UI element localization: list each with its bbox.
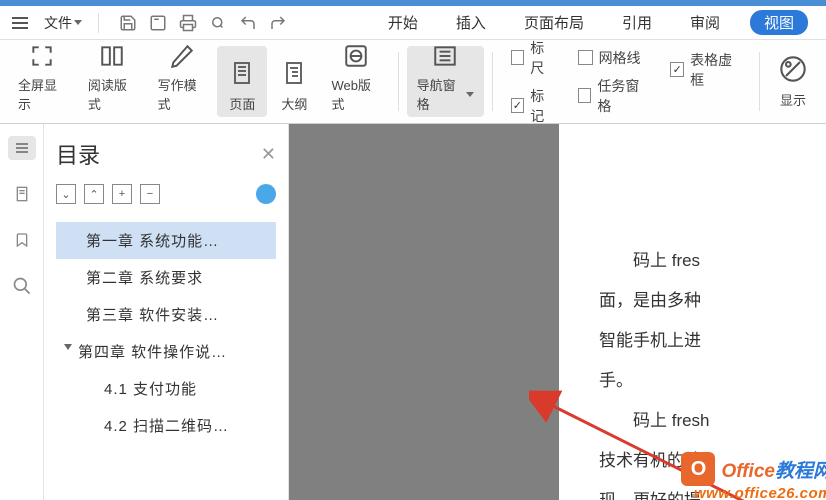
tab-review[interactable]: 审阅	[682, 8, 728, 37]
page-view-button[interactable]: 页面	[217, 46, 267, 117]
watermark-text-2: 教程网	[775, 461, 826, 482]
gridlines-checkbox[interactable]: 网格线	[578, 48, 649, 68]
chevron-down-icon	[64, 344, 72, 350]
table-vlines-checkbox[interactable]: ✓表格虚框	[670, 50, 741, 90]
toc-item-chapter-1[interactable]: 第一章 系统功能…	[56, 222, 276, 259]
expand-all-icon[interactable]: ⌃	[84, 184, 104, 204]
dropdown-icon	[74, 20, 82, 25]
toc-item-chapter-3[interactable]: 第三章 软件安装…	[56, 296, 276, 333]
doc-paragraph: 码上 fres	[599, 244, 826, 278]
document-area: 码上 fres 面，是由多种 智能手机上进 手。 码上 fresh 技术有机的结…	[289, 124, 826, 500]
undo-icon[interactable]	[239, 14, 257, 32]
checkbox-group-2: 网格线 任务窗格	[568, 46, 659, 117]
toc-list: 第一章 系统功能… 第二章 系统要求 第三章 软件安装… 第四章 软件操作说… …	[56, 222, 276, 444]
doc-paragraph: 面，是由多种	[599, 284, 826, 318]
left-sidebar	[0, 124, 44, 500]
nav-pane-button[interactable]: 导航窗格	[407, 46, 484, 117]
writing-mode-button[interactable]: 写作模式	[148, 46, 216, 117]
ruler-checkbox[interactable]: 标尺	[511, 38, 556, 78]
page-icon	[227, 58, 257, 88]
web-label: Web版式	[331, 75, 379, 113]
nav-toolbar: ⌄ ⌃ + −	[56, 184, 276, 204]
watermark-badge-icon: O	[681, 452, 715, 486]
show-button[interactable]: 显示	[768, 50, 818, 113]
print-icon[interactable]	[179, 14, 197, 32]
outline-button[interactable]: 大纲	[269, 46, 319, 117]
collapse-icon[interactable]: −	[140, 184, 160, 204]
show-label: 显示	[780, 90, 806, 109]
tab-start[interactable]: 开始	[380, 8, 426, 37]
dropdown-icon	[466, 92, 474, 97]
web-view-button[interactable]: Web版式	[321, 46, 389, 117]
table-vlines-label: 表格虚框	[690, 50, 741, 90]
ruler-label: 标尺	[530, 38, 555, 78]
toc-item-4-2[interactable]: 4.2 扫描二维码…	[56, 407, 276, 444]
menu-icon[interactable]	[8, 13, 32, 33]
side-bookmark-icon[interactable]	[8, 228, 36, 252]
nav-title: 目录	[56, 138, 100, 170]
nav-badge-icon[interactable]	[256, 184, 276, 204]
doc-paragraph: 智能手机上进	[599, 324, 826, 358]
gridlines-label: 网格线	[599, 48, 641, 68]
file-menu-label: 文件	[44, 13, 72, 33]
marks-checkbox[interactable]: ✓标记	[511, 86, 556, 126]
toc-item-label: 第四章 软件操作说…	[78, 344, 227, 361]
tab-view[interactable]: 视图	[750, 10, 808, 35]
expand-icon[interactable]: +	[112, 184, 132, 204]
nav-pane-label: 导航窗格	[417, 75, 464, 113]
fullscreen-label: 全屏显示	[18, 75, 66, 113]
reading-label: 阅读版式	[88, 75, 136, 113]
writing-label: 写作模式	[158, 75, 206, 113]
file-menu[interactable]: 文件	[38, 9, 88, 37]
side-page-icon[interactable]	[8, 182, 36, 206]
close-icon[interactable]: ✕	[261, 144, 276, 165]
marks-label: 标记	[530, 86, 555, 126]
tab-insert[interactable]: 插入	[448, 8, 494, 37]
quick-access-toolbar	[119, 14, 287, 32]
save-icon[interactable]	[119, 14, 137, 32]
side-toc-icon[interactable]	[8, 136, 36, 160]
document-page[interactable]: 码上 fres 面，是由多种 智能手机上进 手。 码上 fresh 技术有机的结…	[559, 124, 826, 500]
toc-item-4-1[interactable]: 4.1 支付功能	[56, 370, 276, 407]
fullscreen-button[interactable]: 全屏显示	[8, 46, 76, 117]
globe-icon	[341, 43, 371, 69]
doc-paragraph: 码上 fresh	[599, 404, 826, 438]
title-bar: 文件 开始 插入 页面布局 引用 审阅 视图	[0, 6, 826, 40]
side-search-icon[interactable]	[8, 274, 36, 298]
outline-icon	[279, 58, 309, 88]
toc-item-chapter-4[interactable]: 第四章 软件操作说…	[56, 333, 276, 370]
collapse-all-icon[interactable]: ⌄	[56, 184, 76, 204]
pencil-icon	[167, 43, 197, 69]
percent-icon	[778, 54, 808, 84]
toc-item-chapter-2[interactable]: 第二章 系统要求	[56, 259, 276, 296]
redo-icon[interactable]	[269, 14, 287, 32]
doc-paragraph: 手。	[599, 364, 826, 398]
outline-label: 大纲	[281, 94, 307, 113]
tab-page-layout[interactable]: 页面布局	[516, 8, 592, 37]
page-label: 页面	[229, 94, 255, 113]
book-icon	[97, 43, 127, 69]
print-preview-icon[interactable]	[209, 14, 227, 32]
ribbon: 全屏显示 阅读版式 写作模式 页面 大纲 Web版式 导航窗格 标尺 ✓标记 网…	[0, 40, 826, 124]
taskpane-label: 任务窗格	[597, 76, 648, 116]
watermark-url: www.office26.com	[694, 485, 826, 500]
navigation-pane: 目录 ✕ ⌄ ⌃ + − 第一章 系统功能… 第二章 系统要求 第三章 软件安装…	[44, 124, 289, 500]
taskpane-checkbox[interactable]: 任务窗格	[578, 76, 649, 116]
checkbox-group-3: ✓表格虚框 x	[660, 46, 751, 117]
nav-pane-icon	[430, 43, 460, 69]
checkbox-group-1: 标尺 ✓标记	[501, 46, 566, 117]
watermark-text-1: Office	[721, 461, 775, 482]
fullscreen-icon	[27, 43, 57, 69]
save-as-icon[interactable]	[149, 14, 167, 32]
ribbon-tabs: 开始 插入 页面布局 引用 审阅 视图	[380, 8, 818, 37]
reading-mode-button[interactable]: 阅读版式	[78, 46, 146, 117]
tab-reference[interactable]: 引用	[614, 8, 660, 37]
watermark: O Office教程网	[681, 452, 826, 486]
